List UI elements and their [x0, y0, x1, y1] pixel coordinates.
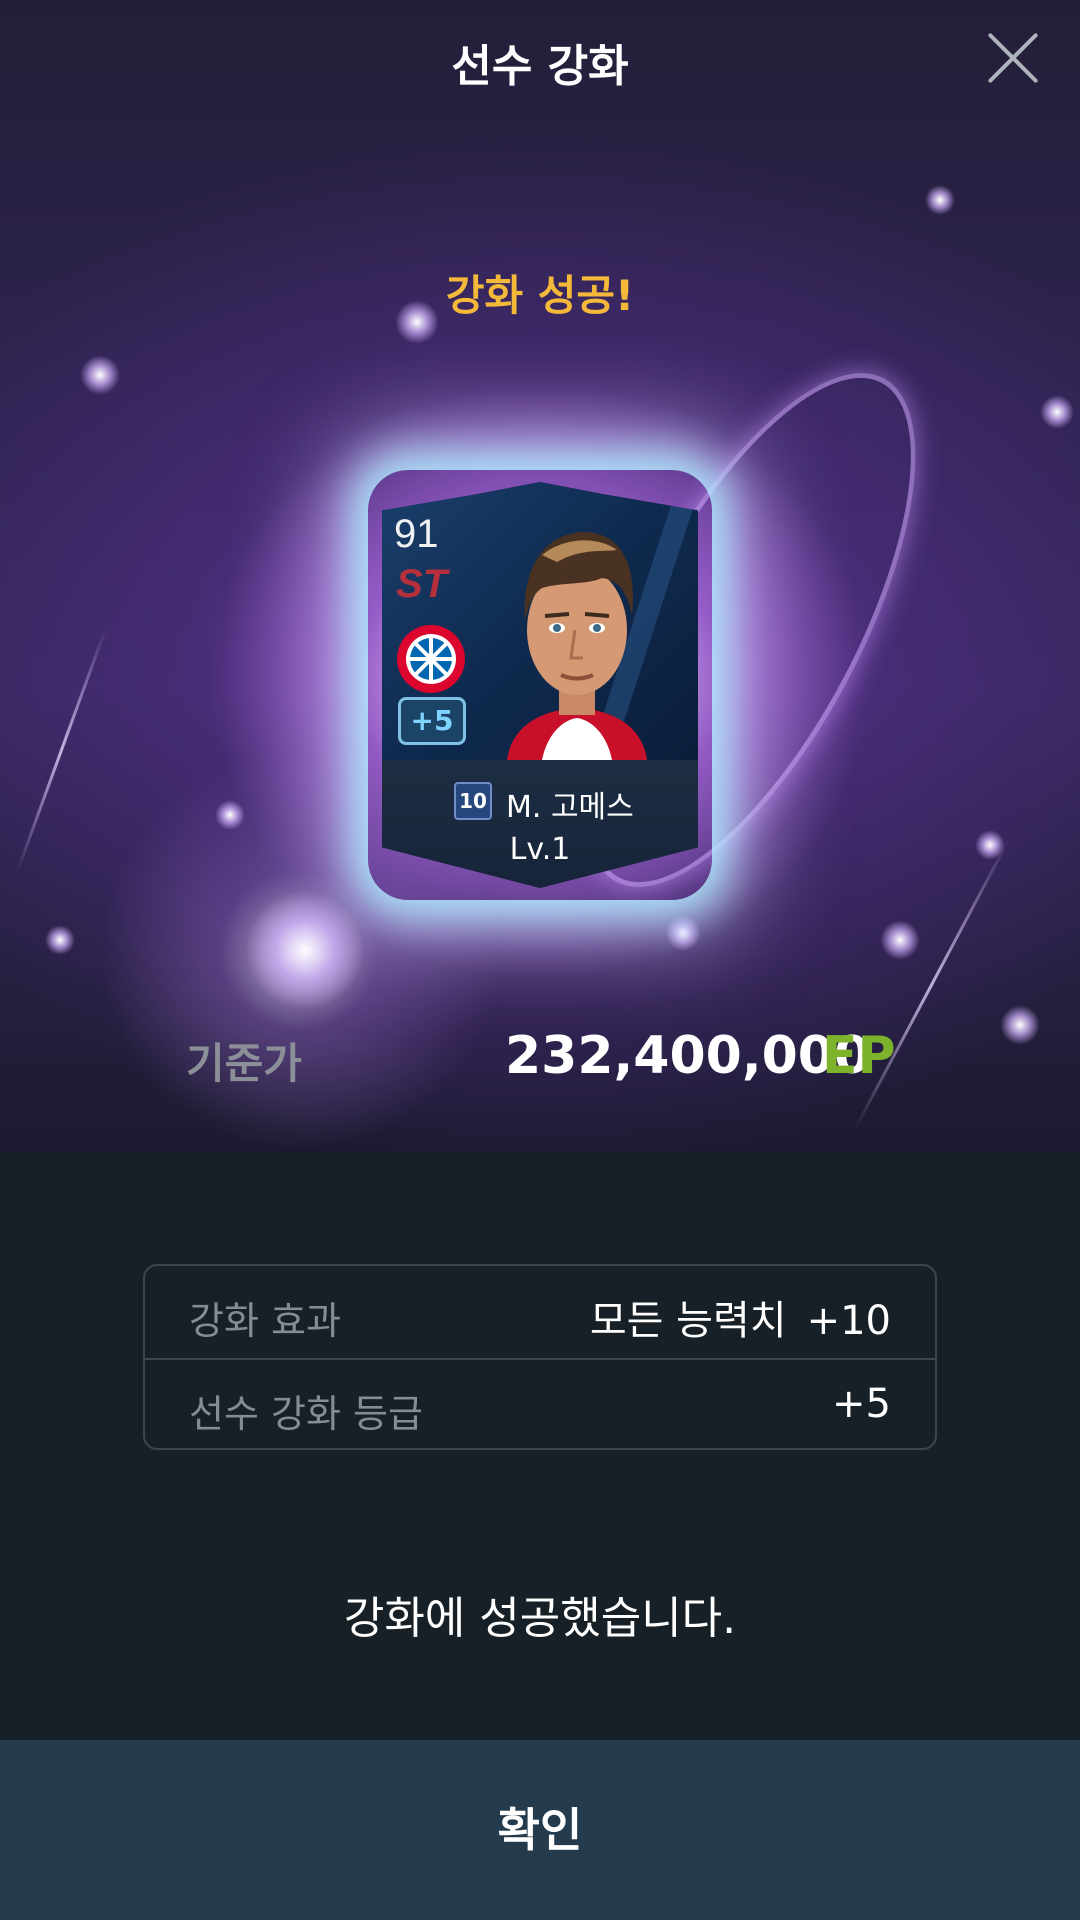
background-cosmic-panel: 선수 강화 강화 성공! 91 ST +5 10 M. 고메스 Lv.1 기준가… [0, 0, 1080, 1153]
info-row-effect: 강화 효과 모든 능력치 +10 [145, 1266, 935, 1360]
result-message: 강화에 성공했습니다. [343, 1593, 737, 1644]
effect-delta: +10 [806, 1298, 891, 1344]
player-face-image [507, 532, 647, 760]
star-flare [245, 890, 365, 1010]
close-icon[interactable] [985, 30, 1041, 86]
info-row-grade: 선수 강화 등급 +5 [145, 1359, 935, 1451]
light-streak [852, 838, 1011, 1132]
grade-delta: +5 [832, 1381, 891, 1427]
info-label: 강화 효과 [189, 1299, 341, 1343]
upgrade-level-badge: +5 [398, 697, 466, 745]
base-price-label: 기준가 [186, 1039, 302, 1088]
info-label: 선수 강화 등급 [189, 1392, 423, 1436]
star [925, 185, 955, 215]
light-streak [15, 627, 108, 873]
effect-description: 모든 능력치 [589, 1298, 787, 1344]
confirm-button[interactable]: 확인 [0, 1740, 1080, 1920]
star [45, 925, 75, 955]
star [880, 920, 920, 960]
player-position: ST [396, 562, 448, 606]
star [665, 915, 701, 951]
star [1040, 395, 1074, 429]
star [215, 800, 245, 830]
info-value: +5 [832, 1381, 891, 1427]
page-title: 선수 강화 [451, 41, 629, 92]
player-name: M. 고메스 [506, 790, 634, 825]
base-price-value: 232,400,000 [505, 1026, 871, 1086]
base-price-unit: EP [822, 1026, 896, 1086]
player-card: 91 ST +5 10 M. 고메스 Lv.1 [382, 482, 698, 888]
success-headline: 강화 성공! [445, 271, 635, 320]
info-value: 모든 능력치 +10 [590, 1288, 891, 1346]
player-rating: 91 [394, 512, 439, 556]
club-logo-icon [397, 625, 465, 693]
star [975, 830, 1005, 860]
upgrade-info-table: 강화 효과 모든 능력치 +10 선수 강화 등급 +5 [143, 1264, 937, 1450]
jersey-number-badge: 10 [454, 782, 492, 820]
star [1000, 1005, 1040, 1045]
star [80, 355, 120, 395]
